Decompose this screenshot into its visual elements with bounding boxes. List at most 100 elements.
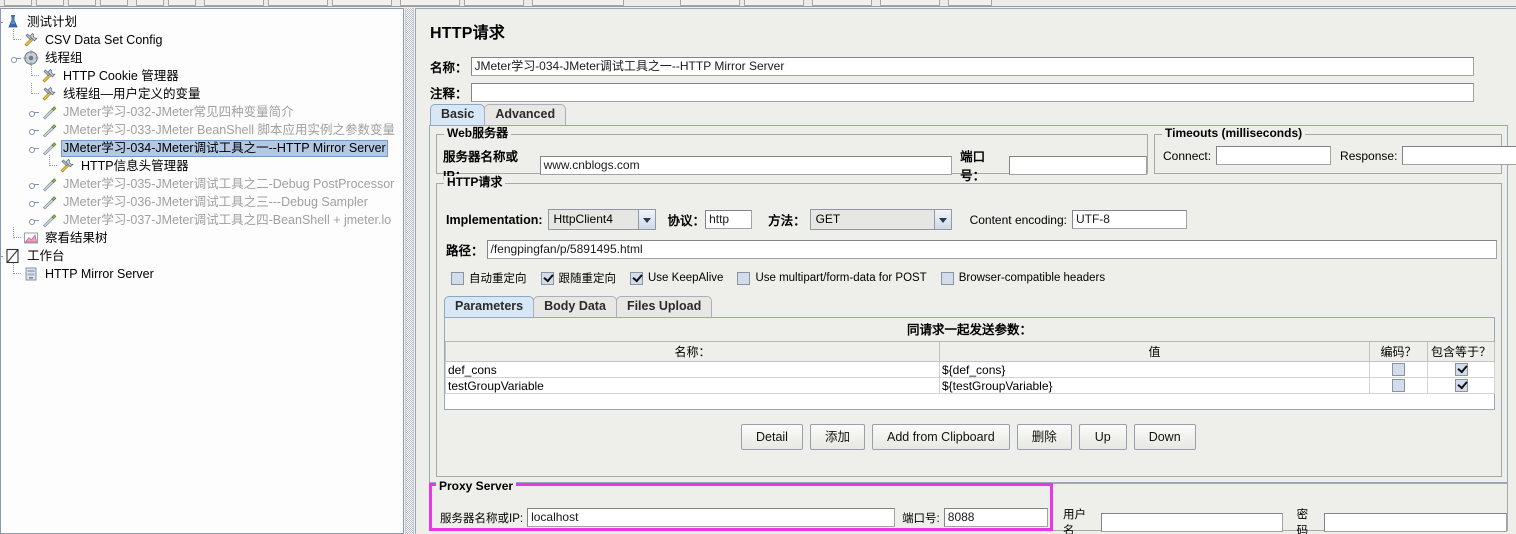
tree-item[interactable]: JMeter学习-035-JMeter调试工具之二-Debug PostProc… [1, 175, 403, 193]
checkbox-box-icon[interactable] [540, 271, 554, 285]
test-plan-tree-panel[interactable]: 测试计划 CSV Data Set Config 线程组 HTTP Cookie 管理… [0, 8, 404, 534]
button-down[interactable]: Down [1133, 424, 1196, 450]
toolbar-button[interactable] [400, 0, 460, 6]
button-[interactable]: 添加 [809, 424, 865, 450]
toolbar-button[interactable] [136, 0, 164, 6]
comment-input[interactable] [470, 83, 1474, 102]
param-include-equals-cell[interactable] [1427, 377, 1495, 394]
table-column-header[interactable]: 编码？ [1369, 342, 1428, 362]
table-row[interactable]: testGroupVariable ${testGroupVariable} [445, 377, 1495, 394]
tree-item[interactable]: JMeter学习-032-JMeter常见四种变量简介 [1, 103, 403, 121]
server-host-input[interactable]: www.cnblogs.com [539, 155, 953, 175]
checkbox-box-icon[interactable] [940, 271, 954, 285]
tree-item[interactable]: JMeter学习-037-JMeter调试工具之四-BeanShell + jm… [1, 211, 403, 229]
param-encode-cell[interactable] [1369, 377, 1428, 394]
button-up[interactable]: Up [1078, 424, 1127, 450]
param-value-cell[interactable]: ${testGroupVariable} [939, 377, 1370, 394]
toolbar-button[interactable] [680, 0, 740, 6]
table-column-header[interactable]: 值 [939, 342, 1370, 362]
tree-item[interactable]: HTTP Cookie 管理器 [1, 65, 403, 85]
toolbar-button[interactable] [948, 0, 992, 6]
param-name-cell[interactable]: testGroupVariable [445, 377, 940, 394]
tree-item[interactable]: HTTP信息头管理器 [1, 155, 403, 175]
toolbar-button[interactable] [464, 0, 524, 6]
checkbox-box-icon[interactable] [451, 271, 464, 285]
chevron-down-icon[interactable] [933, 210, 951, 229]
toolbar-button[interactable] [204, 0, 264, 6]
tree-expand-handle-icon[interactable] [29, 144, 39, 153]
button-detail[interactable]: Detail [741, 424, 803, 450]
method-select[interactable]: GET [809, 209, 952, 230]
checkbox-box-icon[interactable] [737, 271, 751, 285]
tree-expand-handle-icon[interactable] [29, 180, 39, 189]
toolbar-button[interactable] [812, 0, 872, 6]
tree-item[interactable]: JMeter学习-034-JMeter调试工具之一--HTTP Mirror S… [1, 139, 403, 157]
toolbar-button[interactable] [68, 0, 96, 6]
pane-splitter[interactable] [405, 8, 414, 534]
toolbar-button[interactable] [880, 0, 940, 6]
param-value-cell[interactable]: ${def_cons} [939, 361, 1370, 378]
name-input[interactable]: JMeter学习-034-JMeter调试工具之一--HTTP Mirror S… [470, 57, 1474, 76]
button-[interactable]: 删除 [1016, 424, 1072, 450]
tree-item[interactable]: 测试计划 [1, 13, 403, 31]
connect-timeout-input[interactable] [1216, 146, 1332, 165]
parameters-table[interactable]: 名称：值编码？ 包含等于？ def_cons ${def_cons} testGrou… [445, 342, 1495, 394]
protocol-input[interactable]: http [705, 210, 753, 229]
server-port-input[interactable] [1008, 155, 1147, 175]
tree-item[interactable]: 察看结果树 [1, 227, 403, 247]
tree-item[interactable]: 线程组—用户定义的变量 [1, 83, 403, 103]
tab-files-upload[interactable]: Files Upload [615, 296, 713, 317]
table-column-header[interactable]: 包含等于？ [1427, 342, 1495, 362]
param-name-cell[interactable]: def_cons [445, 361, 940, 378]
tree-item[interactable]: 线程组 [1, 49, 403, 67]
toolbar-button[interactable] [268, 0, 328, 6]
proxy-port-input[interactable]: 8088 [943, 508, 1048, 527]
parameters-tabs[interactable]: Parameters Body Data Files Upload [444, 296, 713, 317]
param-encode-checkbox[interactable] [1392, 362, 1405, 376]
implementation-select[interactable]: HttpClient4 [547, 209, 656, 230]
table-row[interactable]: def_cons ${def_cons} [445, 361, 1495, 378]
toolbar-button[interactable] [36, 0, 64, 6]
checkbox-browser-compatible-headers[interactable]: Browser-compatible headers [940, 271, 1105, 285]
checkbox-box-icon[interactable] [630, 271, 643, 285]
tree-item[interactable]: 工作台 [1, 247, 403, 265]
chevron-down-icon[interactable] [637, 210, 655, 229]
tab-body-data[interactable]: Body Data [533, 296, 617, 317]
tree-expand-handle-icon[interactable] [29, 198, 39, 207]
toolbar-button[interactable] [332, 0, 392, 6]
param-include-equals-checkbox[interactable] [1454, 378, 1468, 392]
tree-item[interactable]: JMeter学习-033-JMeter BeanShell 脚本应用实例之参数变… [1, 121, 403, 139]
tree-expand-handle-icon[interactable] [29, 216, 39, 225]
toolbar-button[interactable] [532, 0, 624, 6]
toolbar-button[interactable] [4, 0, 32, 6]
tree-expand-handle-icon[interactable] [1, 18, 3, 27]
path-input[interactable]: /fengpingfan/p/5891495.html [486, 240, 1497, 259]
param-include-equals-checkbox[interactable] [1454, 362, 1468, 376]
checkbox-use-keepalive[interactable]: Use KeepAlive [630, 271, 723, 285]
param-encode-checkbox[interactable] [1392, 378, 1405, 392]
checkbox-use-multipart-form-data-for-post[interactable]: Use multipart/form-data for POST [737, 271, 927, 285]
checkbox-[interactable]: 自动重定向 [451, 270, 527, 286]
response-timeout-input[interactable] [1402, 146, 1516, 165]
tree-expand-handle-icon[interactable] [1, 252, 3, 261]
editor-tabs[interactable]: Basic Advanced [430, 104, 567, 125]
tree-item[interactable]: HTTP Mirror Server [1, 263, 403, 283]
proxy-username-input[interactable] [1101, 512, 1283, 532]
toolbar-button[interactable] [744, 0, 804, 6]
tree-item[interactable]: CSV Data Set Config [1, 29, 403, 49]
tree-expand-handle-icon[interactable] [29, 108, 39, 117]
proxy-password-input[interactable] [1323, 512, 1507, 532]
test-plan-tree[interactable]: 测试计划 CSV Data Set Config 线程组 HTTP Cookie 管理… [1, 9, 403, 283]
toolbar-button[interactable] [168, 0, 196, 6]
proxy-host-input[interactable]: localhost [527, 508, 896, 527]
tree-expand-handle-icon[interactable] [29, 126, 39, 135]
table-column-header[interactable]: 名称： [445, 342, 940, 362]
toolbar-button[interactable] [100, 0, 128, 6]
checkbox-[interactable]: 跟随重定向 [540, 270, 616, 286]
param-encode-cell[interactable] [1369, 361, 1428, 378]
tree-item[interactable]: JMeter学习-036-JMeter调试工具之三---Debug Sample… [1, 193, 403, 211]
tab-basic[interactable]: Basic [430, 104, 486, 125]
param-include-equals-cell[interactable] [1427, 361, 1495, 378]
tree-expand-handle-icon[interactable] [11, 54, 21, 63]
button-add-from-clipboard[interactable]: Add from Clipboard [871, 424, 1010, 450]
